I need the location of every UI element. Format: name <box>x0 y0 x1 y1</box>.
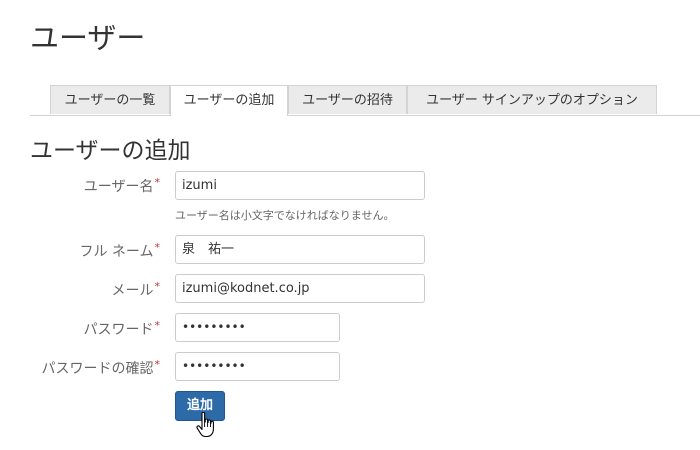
username-label-text: ユーザー名 <box>83 179 154 195</box>
password-confirm-label: パスワードの確認* <box>42 358 161 378</box>
required-marker: * <box>154 358 161 371</box>
fullname-field[interactable]: 泉 祐一 <box>175 235 425 264</box>
email-label: メール* <box>112 280 161 300</box>
username-label: ユーザー名* <box>84 176 160 196</box>
required-marker: * <box>154 241 161 254</box>
required-marker: * <box>154 176 161 189</box>
fullname-label-text: フル ネーム <box>79 244 154 260</box>
hand-pointer-icon <box>196 412 214 438</box>
tab-user-list[interactable]: ユーザーの一覧 <box>50 85 170 114</box>
email-label-text: メール <box>111 283 154 299</box>
fullname-label: フル ネーム* <box>79 241 160 261</box>
password-label: パスワード* <box>84 319 161 339</box>
page-title: ユーザー <box>30 21 146 55</box>
required-marker: * <box>154 280 161 293</box>
password-field[interactable]: ••••••••• <box>175 313 340 342</box>
username-field[interactable]: izumi <box>175 171 425 200</box>
username-help-text: ユーザー名は小文字でなければなりません。 <box>175 209 395 222</box>
tab-signup-options[interactable]: ユーザー サインアップのオプション <box>407 85 657 114</box>
password-label-text: パスワード <box>83 322 154 338</box>
tab-add-user[interactable]: ユーザーの追加 <box>170 85 288 116</box>
password-confirm-field[interactable]: ••••••••• <box>175 352 340 381</box>
required-marker: * <box>154 319 161 332</box>
tab-bar: ユーザーの一覧 ユーザーの追加 ユーザーの招待 ユーザー サインアップのオプショ… <box>30 85 700 116</box>
email-field[interactable]: izumi@kodnet.co.jp <box>175 274 425 303</box>
section-title: ユーザーの追加 <box>30 138 191 164</box>
tab-invite-user[interactable]: ユーザーの招待 <box>288 85 407 114</box>
password-confirm-label-text: パスワードの確認 <box>41 361 154 377</box>
